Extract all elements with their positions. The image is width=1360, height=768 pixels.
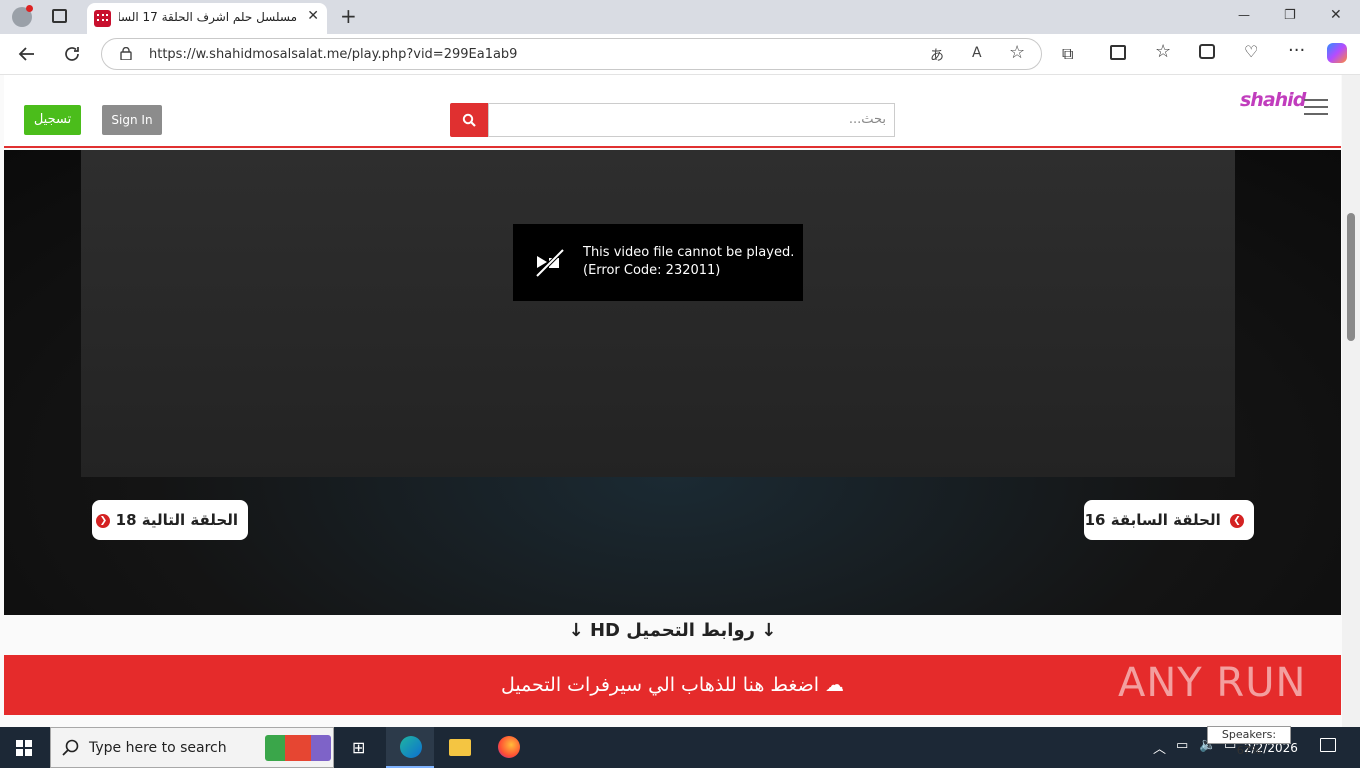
search-input[interactable]: بحث... <box>488 103 895 137</box>
new-tab-button[interactable]: + <box>340 6 357 26</box>
url-field[interactable]: https://w.shahidmosalsalat.me/play.php?v… <box>101 38 1042 70</box>
lock-icon[interactable] <box>120 47 132 60</box>
arrow-down-icon: ↓ <box>568 620 584 641</box>
error-code: (Error Code: 232011) <box>583 263 721 278</box>
gift-boxes-icon <box>265 735 331 761</box>
tab-close-icon[interactable]: ✕ <box>307 8 319 24</box>
search-button[interactable] <box>450 103 488 137</box>
file-explorer-icon[interactable] <box>449 739 471 756</box>
speaker-volume-tooltip: Speakers: 67% <box>1207 726 1291 757</box>
site-logo[interactable]: shahid <box>1240 89 1306 111</box>
maximize-button[interactable]: ❐ <box>1284 9 1296 22</box>
cloud-download-icon: ☁ <box>825 674 845 696</box>
page-scrollbar[interactable] <box>1342 75 1360 727</box>
minimize-button[interactable]: — <box>1238 9 1250 21</box>
next-episode-label: الحلقة التالية <box>141 511 238 529</box>
back-arrow-icon[interactable] <box>18 45 36 63</box>
extensions-icon[interactable]: ⧉ <box>1062 44 1073 64</box>
chevron-left-icon: ❮ <box>96 513 111 528</box>
video-error-icon <box>535 248 565 278</box>
scrollbar-thumb[interactable] <box>1347 213 1355 341</box>
read-aloud-icon[interactable]: A <box>972 45 982 61</box>
browser-tab-active[interactable]: مسلسل حلم اشرف الحلقة 17 السابعة ✕ <box>87 3 327 34</box>
next-episode-number: 18 <box>115 511 137 529</box>
search-icon <box>462 113 476 127</box>
tab-strip: مسلسل حلم اشرف الحلقة 17 السابعة ✕ + — ❐… <box>0 0 1360 34</box>
download-links-heading: ↓ روابط التحميل HD ↓ <box>4 615 1341 655</box>
copilot-icon[interactable] <box>1327 43 1347 63</box>
refresh-icon[interactable] <box>63 45 81 63</box>
favorite-star-icon[interactable]: ☆ <box>1009 42 1025 63</box>
notification-icon[interactable] <box>1320 738 1336 752</box>
arrow-down-icon: ↓ <box>761 620 777 641</box>
player-error-message: This video file cannot be played. (Error… <box>513 224 803 301</box>
edge-logo-icon <box>400 736 422 758</box>
translate-icon[interactable]: あ <box>930 45 944 65</box>
more-options-icon[interactable]: ··· <box>1288 40 1305 61</box>
firefox-icon[interactable] <box>498 736 520 758</box>
sign-in-button[interactable]: Sign In <box>102 105 162 135</box>
taskbar-search-placeholder: Type here to search <box>89 740 227 756</box>
previous-episode-label: الحلقة السابقة <box>1110 511 1221 529</box>
show-hidden-icons-chevron-icon[interactable]: ︿ <box>1153 738 1166 757</box>
hamburger-menu-icon[interactable] <box>1304 99 1328 115</box>
previous-episode-button[interactable]: ❯ الحلقة السابقة 16 <box>1084 500 1254 540</box>
chevron-right-icon: ❯ <box>1230 513 1244 528</box>
windows-taskbar: Type here to search ⊞ ︿ ▭ 🔈 ▭ 2/2/2026 <box>0 727 1360 768</box>
site-favicon-icon <box>94 10 111 27</box>
browser-essentials-icon[interactable]: ♡ <box>1244 42 1258 61</box>
tab-title: مسلسل حلم اشرف الحلقة 17 السابعة <box>119 10 297 24</box>
tab-actions-icon[interactable] <box>52 9 67 23</box>
collections-icon[interactable] <box>1199 44 1215 59</box>
address-toolbar: https://w.shahidmosalsalat.me/play.php?v… <box>0 34 1360 75</box>
url-text: https://w.shahidmosalsalat.me/play.php?v… <box>149 47 518 62</box>
meet-now-icon[interactable]: ▭ <box>1176 738 1188 753</box>
taskbar-search-box[interactable]: Type here to search <box>50 727 334 768</box>
video-player[interactable] <box>81 150 1235 477</box>
anyrun-watermark: ANY RUN <box>1118 660 1307 706</box>
register-button[interactable]: تسجيل <box>24 105 81 135</box>
search-icon <box>62 739 79 756</box>
next-episode-button[interactable]: الحلقة التالية 18 ❮ <box>92 500 248 540</box>
windows-start-icon[interactable] <box>16 740 32 756</box>
error-text: This video file cannot be played. <box>583 245 795 260</box>
task-view-icon[interactable]: ⊞ <box>352 738 365 757</box>
close-window-button[interactable]: ✕ <box>1330 8 1342 22</box>
split-screen-icon[interactable] <box>1110 45 1126 60</box>
web-page: تسجيل Sign In بحث... shahid This video f… <box>0 75 1360 727</box>
site-header: تسجيل Sign In بحث... shahid <box>4 75 1341 148</box>
previous-episode-number: 16 <box>1084 511 1106 529</box>
profile-avatar-icon[interactable] <box>12 5 33 27</box>
favorites-icon[interactable]: ☆ <box>1155 41 1171 62</box>
